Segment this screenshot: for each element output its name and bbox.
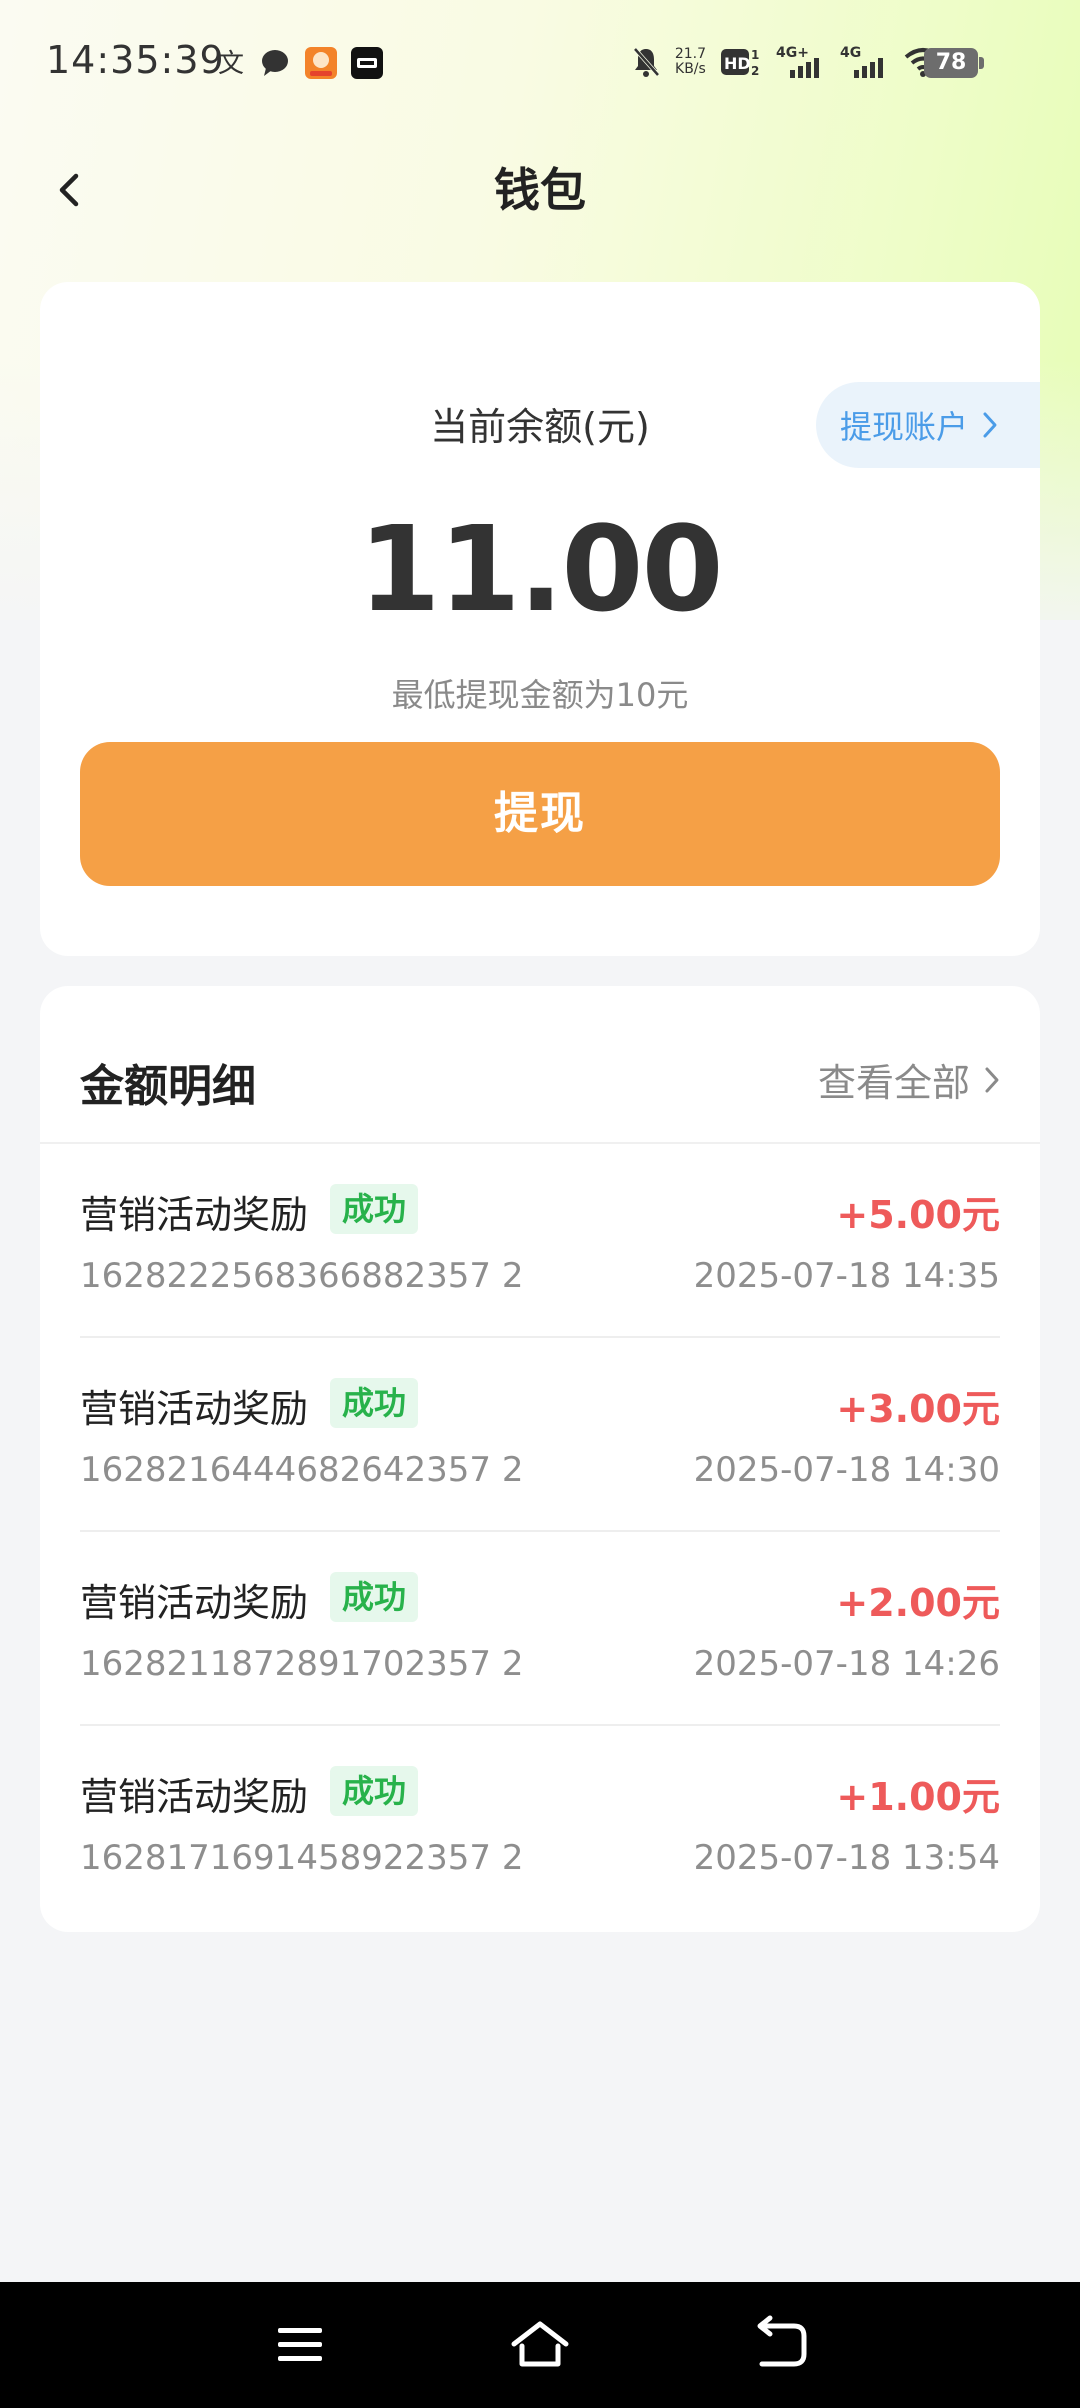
details-title: 金额明细 [80,1061,256,1112]
svg-text:1: 1 [751,48,759,62]
withdraw-account-button[interactable]: 提现账户 [816,382,1040,468]
chevron-right-icon [985,1067,999,1092]
view-all-link[interactable]: 查看全部 [818,1052,1000,1107]
transaction-title: 营销活动奖励 [80,1193,309,1237]
transaction-time: 2025-07-18 14:26 [693,1644,1000,1684]
status-icons-right: 21.7 KB/s HD 1 2 4G+ 4G [631,42,942,82]
page-title: 钱包 [494,163,586,217]
battery-tip [979,57,984,69]
transaction-title: 营销活动奖励 [80,1387,309,1431]
transaction-title: 营销活动奖励 [80,1775,309,1819]
transaction-id: 1628222568366882357 2 [80,1256,524,1296]
system-nav-bar [0,2282,1080,2408]
status-time: 14:35:39 [46,38,225,82]
min-withdraw-note: 最低提现金额为10元 [391,676,689,714]
menu-icon[interactable] [268,2312,332,2376]
svg-text:HD: HD [724,54,751,73]
signal-icon: 4G+ [776,45,819,78]
chevron-right-icon [983,412,997,438]
svg-text:4G+: 4G+ [776,45,809,61]
balance-amount: 11.00 [358,500,723,638]
app-icon-orange [305,47,337,79]
chat-bubble-icon [262,50,288,76]
transaction-amount: +3.00元 [836,1387,1000,1431]
translate-icon: 文 [218,49,244,79]
details-card: 金额明细 查看全部 营销活动奖励 成功 1628222568366882357 … [40,986,1040,1932]
transaction-time: 2025-07-18 14:30 [693,1450,1000,1490]
list-item[interactable]: 营销活动奖励 成功 1628211872891702357 2 +2.00元 2… [80,1532,1000,1726]
status-badge: 成功 [330,1184,419,1234]
hd-icon: HD 1 2 [721,48,759,78]
list-item[interactable]: 营销活动奖励 成功 1628222568366882357 2 +5.00元 2… [80,1144,1000,1338]
status-bar: 14:35:39 文 21.7 KB/s HD 1 2 4G+ 4G 78 [0,0,1080,126]
transaction-id: 1628171691458922357 2 [80,1838,524,1878]
transaction-id: 1628216444682642357 2 [80,1450,524,1490]
list-item[interactable]: 营销活动奖励 成功 1628171691458922357 2 +1.00元 2… [80,1726,1000,1918]
transaction-list: 营销活动奖励 成功 1628222568366882357 2 +5.00元 2… [80,1144,1000,1918]
withdraw-button[interactable]: 提现 [80,742,1000,886]
app-icon-dark [351,47,383,79]
transaction-title: 营销活动奖励 [80,1581,309,1625]
status-badge: 成功 [330,1378,419,1428]
transaction-amount: +5.00元 [836,1193,1000,1237]
transaction-time: 2025-07-18 13:54 [693,1838,1000,1878]
home-icon[interactable] [508,2312,572,2376]
status-badge: 成功 [330,1572,419,1622]
transaction-id: 1628211872891702357 2 [80,1644,524,1684]
balance-card: 当前余额(元) 提现账户 11.00 最低提现金额为10元 提现 [40,282,1040,956]
mute-bell-icon [633,47,660,77]
chevron-left-icon[interactable] [50,160,90,220]
battery-icon: 78 [924,48,978,78]
transaction-amount: +2.00元 [836,1581,1000,1625]
list-item[interactable]: 营销活动奖励 成功 1628216444682642357 2 +3.00元 2… [80,1338,1000,1532]
net-speed: 21.7 KB/s [674,46,706,77]
svg-text:4G: 4G [840,45,861,61]
transaction-time: 2025-07-18 14:35 [693,1256,1000,1296]
back-icon[interactable] [748,2312,812,2376]
transaction-amount: +1.00元 [836,1775,1000,1819]
withdraw-account-label: 提现账户 [840,408,969,446]
status-badge: 成功 [330,1766,419,1816]
view-all-label: 查看全部 [817,1061,970,1105]
signal-icon: 4G [840,45,883,78]
svg-text:文: 文 [218,49,244,79]
svg-text:2: 2 [751,64,759,78]
